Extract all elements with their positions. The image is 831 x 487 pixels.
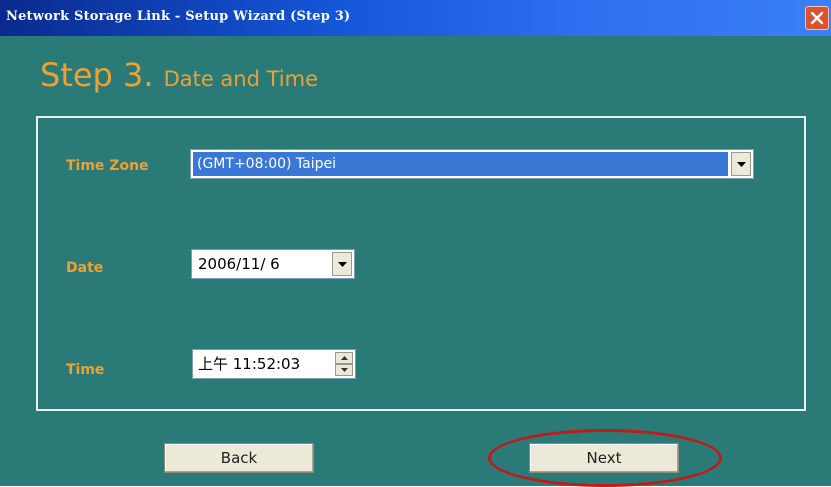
time-zone-dropdown-button[interactable] <box>731 152 751 176</box>
date-dropdown-button[interactable] <box>332 252 352 276</box>
time-label: Time <box>66 362 105 378</box>
time-input[interactable]: 上午 11:52:03 <box>192 349 356 379</box>
settings-panel: Time Zone (GMT+08:00) Taipei Date 2006/1… <box>36 116 806 411</box>
spin-up-button[interactable] <box>335 352 353 364</box>
next-button[interactable]: Next <box>529 443 679 473</box>
close-button[interactable] <box>805 6 829 30</box>
date-picker[interactable]: 2006/11/ 6 <box>191 249 355 279</box>
step-subtitle: Date and Time <box>163 67 319 91</box>
time-spinner[interactable] <box>335 352 353 376</box>
window-title: Network Storage Link - Setup Wizard (Ste… <box>6 9 351 24</box>
date-value: 2006/11/ 6 <box>198 255 280 273</box>
time-zone-label: Time Zone <box>66 158 149 174</box>
back-button[interactable]: Back <box>164 443 314 473</box>
spin-down-button[interactable] <box>335 364 353 376</box>
time-value: 上午 11:52:03 <box>198 355 301 373</box>
time-zone-select[interactable]: (GMT+08:00) Taipei <box>190 149 754 179</box>
setup-wizard-window: Network Storage Link - Setup Wizard (Ste… <box>0 0 831 487</box>
page-heading: Step 3. Date and Time <box>40 56 318 94</box>
date-label: Date <box>66 260 104 276</box>
step-number: Step 3. <box>40 56 154 94</box>
time-zone-value: (GMT+08:00) Taipei <box>193 152 728 176</box>
title-bar: Network Storage Link - Setup Wizard (Ste… <box>0 0 831 36</box>
